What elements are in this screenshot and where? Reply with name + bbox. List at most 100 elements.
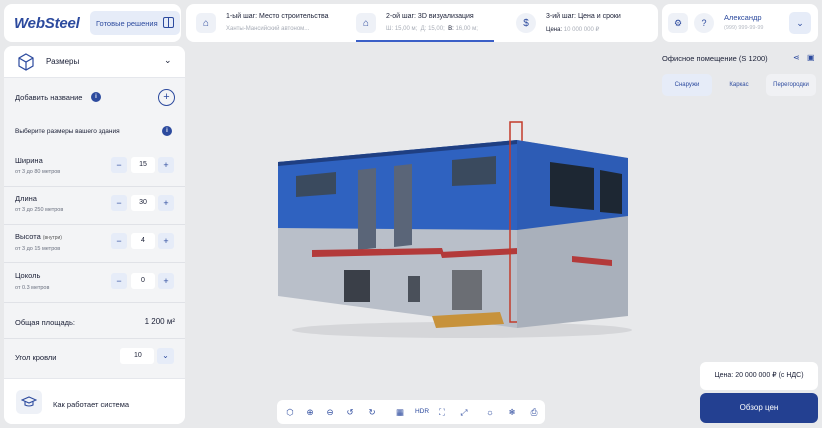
plinth-label: Цоколь (15, 271, 41, 280)
decrement-button[interactable]: − (111, 157, 127, 173)
how-it-works-link[interactable]: Как работает система (4, 378, 185, 424)
step-title: 3-ий шаг: Цена и сроки (546, 13, 621, 20)
rotate-left-icon[interactable]: ↺ (343, 405, 357, 419)
divider (4, 224, 185, 225)
width-label: Ширина (15, 156, 43, 165)
steps-bar: ⌂ 1-ый шаг: Место строительства Ханты-Ма… (186, 4, 658, 42)
divider (4, 302, 185, 303)
catalog-grid-icon (163, 17, 174, 28)
increment-button[interactable]: + (158, 195, 174, 211)
plinth-stepper: − 0 + (111, 273, 175, 289)
fullscreen-icon[interactable]: ⤢ (457, 405, 471, 419)
plinth-input[interactable]: 0 (131, 273, 155, 289)
hdr-toggle[interactable]: HDR (413, 405, 431, 419)
ready-solutions-label: Готовые решения (96, 18, 158, 28)
step-3d-visualization[interactable]: ⌂ 2-ой шаг: 3D визуализация Ш: 15,00 м; … (346, 4, 506, 42)
length-value: 15,00; (428, 26, 445, 32)
grid-icon[interactable]: ▦ (393, 405, 407, 419)
width-input[interactable]: 15 (131, 157, 155, 173)
active-step-indicator (356, 40, 494, 42)
fit-view-icon[interactable]: ⛶ (435, 405, 449, 419)
chevron-down-icon[interactable]: ⌄ (157, 348, 174, 364)
step-title: 2-ой шаг: 3D визуализация (386, 13, 474, 20)
add-name-button[interactable]: + (158, 89, 175, 106)
zoom-in-icon[interactable]: ⊕ (303, 405, 317, 419)
zoom-out-icon[interactable]: ⊖ (323, 405, 337, 419)
step-price[interactable]: $ 3-ий шаг: Цена и сроки Цена: 10 000 00… (506, 4, 656, 42)
user-name: Александр (724, 13, 762, 22)
length-input[interactable]: 30 (131, 195, 155, 211)
share-icon[interactable]: ⋖ (793, 53, 800, 62)
step-dimensions-summary: Ш: 15,00 м; Д: 15,00; В: 16,00 м; (386, 26, 478, 32)
sidebar: Размеры ⌄ Добавить название i + Выберите… (4, 46, 185, 424)
logo[interactable]: WebSteel (14, 15, 80, 32)
price-review-button[interactable]: Обзор цен (700, 393, 818, 423)
cube-icon[interactable]: ⬡ (283, 405, 297, 419)
divider (4, 262, 185, 263)
location-pin-icon: ⌂ (356, 13, 376, 33)
length-label: Длина (15, 194, 37, 203)
info-icon[interactable]: i (91, 92, 101, 102)
increment-button[interactable]: + (158, 233, 174, 249)
chevron-down-icon[interactable]: ⌄ (164, 55, 172, 66)
front-facade (278, 121, 523, 328)
snow-icon[interactable]: ❄ (505, 405, 519, 419)
building-title: Офисное помещение (S 1200) (662, 54, 768, 63)
help-icon[interactable]: ? (694, 13, 714, 33)
decrement-button[interactable]: − (111, 195, 127, 211)
location-pin-icon: ⌂ (196, 13, 216, 33)
cube-icon (18, 53, 34, 71)
increment-button[interactable]: + (158, 273, 174, 289)
decrement-button[interactable]: − (111, 273, 127, 289)
divider (4, 186, 185, 187)
price-label: Цена: (546, 27, 563, 33)
width-hint: от 3 до 80 метров (15, 169, 61, 175)
length-hint: от 3 до 250 метров (15, 207, 64, 213)
width-value: 15,00 м; (394, 26, 418, 32)
total-area-value: 1 200 м² (144, 317, 175, 326)
length-stepper: − 30 + (111, 195, 175, 211)
save-icon[interactable]: ▣ (807, 53, 815, 62)
tab-partitions[interactable]: Перегородки (766, 74, 816, 96)
viewer-toolbar: ⬡ ⊕ ⊖ ↺ ↻ ▦ HDR ⛶ ⤢ ☼ ❄ ⎙ (277, 400, 545, 424)
user-phone: (999) 999-99-99 (724, 25, 764, 31)
height-label: Высота (внутри) (15, 232, 62, 241)
height-hint: от 3 до 15 метров (15, 246, 61, 252)
step-subtitle: Ханты-Мансийский автоном... (226, 26, 310, 32)
rotate-right-icon[interactable]: ↻ (365, 405, 379, 419)
height-label: В: (448, 26, 454, 32)
ready-solutions-button[interactable]: Готовые решения (90, 11, 180, 35)
add-name-label: Добавить название (15, 93, 83, 102)
step-location[interactable]: ⌂ 1-ый шаг: Место строительства Ханты-Ма… (186, 4, 346, 42)
tab-outside[interactable]: Снаружи (662, 74, 712, 96)
building-3d-view[interactable] (272, 120, 632, 340)
price-value: 10 000 000 ₽ (563, 27, 600, 33)
step-title: 1-ый шаг: Место строительства (226, 13, 329, 20)
settings-gear-icon[interactable]: ⚙ (668, 13, 688, 33)
plinth-hint: от 0.3 метров (15, 285, 50, 291)
divider (4, 338, 185, 339)
total-price: Цена: 20 000 000 ₽ (с НДС) (700, 362, 818, 390)
total-area-label: Общая площадь: (15, 318, 76, 327)
user-menu-chevron-down-icon[interactable]: ⌄ (789, 12, 811, 34)
graduation-cap-icon (16, 390, 42, 414)
height-input[interactable]: 4 (131, 233, 155, 249)
tab-frame[interactable]: Каркас (716, 74, 762, 96)
height-value: 16,00 м; (455, 26, 478, 32)
width-label: Ш: (386, 26, 394, 32)
currency-icon: $ (516, 13, 536, 33)
roof-angle-label: Угол кровли (15, 353, 57, 362)
sun-icon[interactable]: ☼ (483, 405, 497, 419)
sizes-section-header[interactable]: Размеры ⌄ (4, 46, 185, 78)
roof-angle-select[interactable]: 10 (120, 348, 154, 364)
increment-button[interactable]: + (158, 157, 174, 173)
step-price-summary: Цена: 10 000 000 ₽ (546, 26, 599, 33)
how-it-works-label: Как работает система (53, 400, 130, 409)
section-title: Размеры (46, 57, 80, 66)
info-icon[interactable]: i (162, 126, 172, 136)
side-facade (517, 140, 628, 328)
user-card: ⚙ ? Александр (999) 999-99-99 ⌄ (662, 4, 818, 42)
logo-card: WebSteel Готовые решения (4, 4, 181, 42)
print-icon[interactable]: ⎙ (527, 405, 541, 419)
decrement-button[interactable]: − (111, 233, 127, 249)
